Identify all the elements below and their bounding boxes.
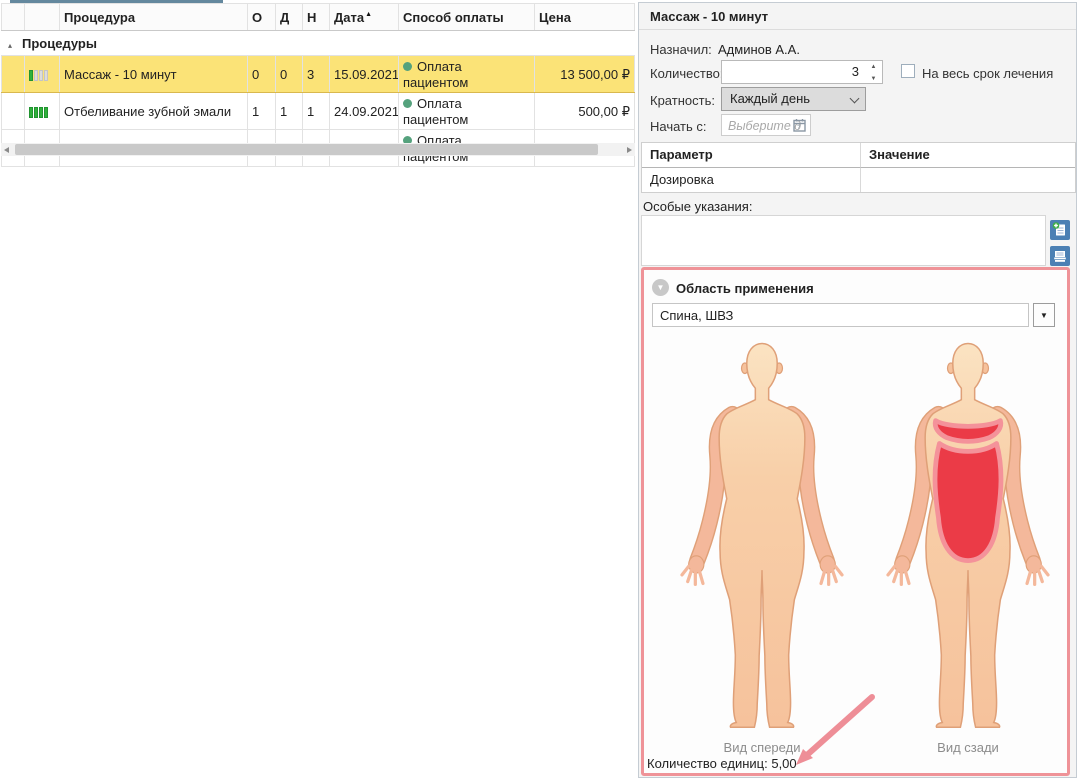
progress-indicator-icon [25, 56, 60, 93]
scrollbar-thumb[interactable] [15, 144, 598, 155]
frequency-select[interactable]: Каждый день [721, 87, 866, 111]
row-expand-cell [2, 93, 25, 130]
quantity-input[interactable]: 3 [721, 60, 866, 84]
price-cell[interactable]: 500,00 ₽ [535, 93, 635, 130]
full-course-checkbox[interactable] [901, 64, 915, 78]
full-course-label: На весь срок лечения [922, 66, 1053, 81]
payment-cell[interactable]: Оплата пациентом [399, 93, 535, 130]
group-expand-icon[interactable]: ▴ [8, 41, 12, 50]
add-template-button[interactable] [1050, 220, 1070, 240]
date-cell[interactable]: 24.09.2021 [330, 93, 399, 130]
value-header[interactable]: Значение [861, 143, 1075, 168]
front-view-label: Вид спереди [662, 740, 862, 755]
units-line: Количество единиц: 5,00 [647, 756, 797, 771]
prescribed-value: Админов А.А. [718, 42, 800, 57]
header-n[interactable]: Н [303, 4, 330, 31]
header-o[interactable]: О [248, 4, 276, 31]
header-price[interactable]: Цена [535, 4, 635, 31]
notes-label: Особые указания: [643, 199, 752, 214]
parameters-table: Параметр Значение Дозировка [641, 142, 1076, 193]
procedure-name-cell[interactable]: Отбеливание зубной эмали [60, 93, 248, 130]
body-figure-back[interactable] [868, 332, 1068, 734]
area-select-input[interactable]: Спина, ШВЗ [652, 303, 1029, 327]
notes-textarea[interactable] [641, 215, 1046, 266]
quantity-stepper[interactable]: ▲ ▼ [865, 60, 883, 84]
prescribed-label: Назначил: [650, 42, 712, 57]
row-expand-cell [2, 56, 25, 93]
stepper-up-icon[interactable]: ▲ [865, 61, 882, 73]
progress-indicator-icon [25, 93, 60, 130]
calendar-icon[interactable]: 7 [793, 118, 807, 136]
back-view-label: Вид сзади [868, 740, 1068, 755]
collapse-section-button[interactable]: ▼ [652, 279, 669, 296]
scroll-right-icon [627, 147, 632, 153]
header-expand-column[interactable] [2, 4, 25, 31]
application-area-title: Область применения [676, 281, 814, 296]
application-area-section: ▼ Область применения Спина, ШВЗ ▼ Вид сп… [641, 267, 1070, 776]
d-cell[interactable]: 1 [276, 93, 303, 130]
header-procedure[interactable]: Процедура [60, 4, 248, 31]
dropdown-arrow-icon: ▼ [1040, 311, 1048, 320]
frequency-label: Кратность: [650, 93, 715, 108]
templates-list-button[interactable] [1050, 246, 1070, 266]
chevron-down-icon [850, 94, 860, 104]
header-d[interactable]: Д [276, 4, 303, 31]
param-name-cell[interactable]: Дозировка [642, 168, 861, 192]
units-value: 5,00 [771, 756, 796, 771]
units-label: Количество единиц: [647, 756, 768, 771]
parameters-header-row: Параметр Значение [642, 143, 1075, 168]
n-cell[interactable]: 3 [303, 56, 330, 93]
table-row[interactable]: Отбеливание зубной эмали 1 1 1 24.09.202… [2, 93, 635, 130]
collapse-chevron-icon: ▼ [657, 283, 665, 292]
payment-status-icon [403, 62, 412, 71]
procedure-details-panel: Массаж - 10 минут Назначил: Админов А.А.… [638, 2, 1077, 778]
payment-cell[interactable]: Оплата пациентом [399, 56, 535, 93]
horizontal-scrollbar[interactable] [1, 143, 635, 156]
area-dropdown-button[interactable]: ▼ [1033, 303, 1055, 327]
group-row-procedures[interactable]: ▴ Процедуры [2, 31, 635, 56]
parameter-row[interactable]: Дозировка [642, 168, 1075, 192]
d-cell[interactable]: 0 [276, 56, 303, 93]
header-status-column[interactable] [25, 4, 60, 31]
n-cell[interactable]: 1 [303, 93, 330, 130]
body-figure-front[interactable] [662, 332, 862, 734]
svg-text:7: 7 [797, 125, 801, 132]
start-date-label: Начать с: [650, 119, 707, 134]
details-title: Массаж - 10 минут [639, 3, 1076, 30]
stepper-down-icon[interactable]: ▼ [865, 73, 882, 85]
sort-ascending-icon: ▲ [365, 11, 372, 18]
group-label: Процедуры [22, 36, 97, 51]
table-row[interactable]: Массаж - 10 минут 0 0 3 15.09.2021 Оплат… [2, 56, 635, 93]
scroll-right-button[interactable] [622, 143, 635, 156]
payment-status-icon [403, 99, 412, 108]
header-payment[interactable]: Способ оплаты [399, 4, 535, 31]
procedures-pane: Процедура О Д Н Дата▲ Способ оплаты Цена… [0, 0, 636, 780]
scroll-left-icon [4, 147, 9, 153]
scroll-left-button[interactable] [1, 143, 14, 156]
o-cell[interactable]: 0 [248, 56, 276, 93]
param-value-cell[interactable] [861, 168, 1075, 192]
quantity-label: Количество: [650, 66, 723, 81]
table-header-row: Процедура О Д Н Дата▲ Способ оплаты Цена [2, 4, 635, 31]
date-cell[interactable]: 15.09.2021 [330, 56, 399, 93]
start-date-input[interactable]: Выберите д 7 [721, 114, 811, 136]
header-date[interactable]: Дата▲ [330, 4, 399, 31]
param-header[interactable]: Параметр [642, 143, 861, 168]
o-cell[interactable]: 1 [248, 93, 276, 130]
procedure-name-cell[interactable]: Массаж - 10 минут [60, 56, 248, 93]
price-cell[interactable]: 13 500,00 ₽ [535, 56, 635, 93]
